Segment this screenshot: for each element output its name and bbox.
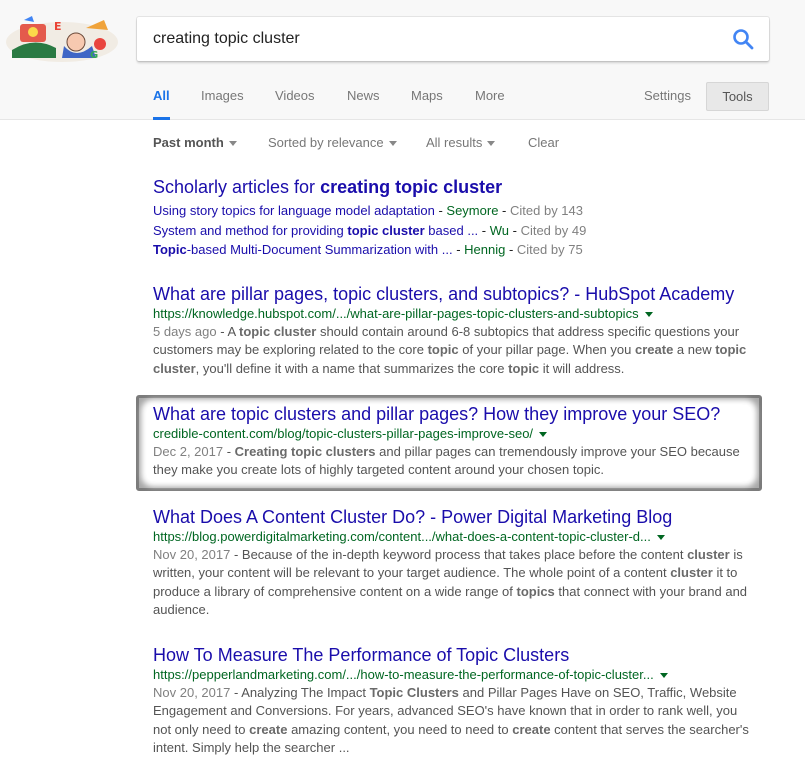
result-title[interactable]: How To Measure The Performance of Topic … — [153, 644, 763, 666]
svg-text:E: E — [54, 20, 62, 33]
result-snippet-text: Analyzing The Impact Topic Clusters and … — [153, 685, 749, 756]
result-date: 5 days ago — [153, 324, 217, 339]
result-date: Nov 20, 2017 — [153, 685, 231, 700]
result-url-text: https://blog.powerdigitalmarketing.com/c… — [153, 529, 651, 544]
result-title[interactable]: What are pillar pages, topic clusters, a… — [153, 283, 763, 305]
result-url[interactable]: https://blog.powerdigitalmarketing.com/c… — [153, 528, 763, 546]
filter-time-label: Past month — [153, 135, 224, 150]
tab-maps[interactable]: Maps — [411, 82, 443, 120]
scholarly-item-title[interactable]: Topic-based Multi-Document Summarization… — [153, 242, 453, 257]
scholarly-item: Topic-based Multi-Document Summarization… — [153, 242, 583, 257]
result-snippet: Nov 20, 2017 - Because of the in-depth k… — [153, 547, 748, 618]
result-snippet-text: A topic cluster should contain around 6-… — [153, 324, 747, 376]
caret-down-icon[interactable] — [644, 312, 653, 318]
tab-more[interactable]: More — [475, 82, 505, 120]
search-result-highlighted: What are topic clusters and pillar pages… — [153, 403, 763, 480]
scholarly-item-title[interactable]: System and method for providing topic cl… — [153, 223, 478, 238]
filter-clear[interactable]: Clear — [528, 134, 559, 152]
result-url[interactable]: https://pepperlandmarketing.com/.../how-… — [153, 666, 763, 684]
result-snippet: 5 days ago - A topic cluster should cont… — [153, 324, 747, 376]
result-title[interactable]: What Does A Content Cluster Do? - Power … — [153, 506, 763, 528]
caret-down-icon — [228, 141, 237, 147]
scholarly-item-cited[interactable]: Cited by 143 — [510, 203, 583, 218]
google-doodle-logo[interactable]: E G — [4, 14, 120, 64]
result-title[interactable]: What are topic clusters and pillar pages… — [153, 403, 763, 425]
header: E G All Images Videos News Maps More Set… — [0, 0, 805, 120]
tab-all[interactable]: All — [153, 82, 170, 120]
search-box — [137, 17, 769, 61]
search-result: What Does A Content Cluster Do? - Power … — [153, 506, 763, 620]
result-url-text: https://knowledge.hubspot.com/.../what-a… — [153, 306, 639, 321]
caret-down-icon[interactable] — [539, 432, 548, 438]
scholarly-item: Using story topics for language model ad… — [153, 203, 583, 218]
search-result: How To Measure The Performance of Topic … — [153, 644, 763, 758]
result-date: Nov 20, 2017 — [153, 547, 231, 562]
scholarly-item-author[interactable]: Hennig — [464, 242, 505, 257]
result-snippet-text: Because of the in-depth keyword process … — [153, 547, 748, 618]
caret-down-icon[interactable] — [659, 673, 668, 679]
result-snippet: Dec 2, 2017 - Creating topic clusters an… — [153, 444, 740, 478]
settings-button[interactable]: Settings — [644, 82, 691, 110]
result-url[interactable]: https://knowledge.hubspot.com/.../what-a… — [153, 305, 763, 323]
scholarly-item: System and method for providing topic cl… — [153, 222, 587, 238]
scholarly-item-title[interactable]: Using story topics for language model ad… — [153, 203, 435, 218]
scholarly-item-cited[interactable]: Cited by 75 — [517, 242, 583, 257]
filter-all-results-label: All results — [426, 135, 483, 150]
tab-news[interactable]: News — [347, 82, 380, 120]
tab-images[interactable]: Images — [201, 82, 244, 120]
result-url-text: credible-content.com/blog/topic-clusters… — [153, 426, 534, 441]
filter-all-results[interactable]: All results — [426, 134, 496, 152]
result-url[interactable]: credible-content.com/blog/topic-clusters… — [153, 425, 763, 443]
scholarly-articles-block: Scholarly articles for creating topic cl… — [153, 176, 763, 260]
filter-sort-label: Sorted by relevance — [268, 135, 384, 150]
tools-button[interactable]: Tools — [706, 82, 769, 111]
caret-down-icon — [487, 141, 496, 147]
result-date: Dec 2, 2017 — [153, 444, 224, 459]
tab-videos[interactable]: Videos — [275, 82, 315, 120]
scholarly-item-cited[interactable]: Cited by 49 — [521, 223, 587, 238]
scholarly-title-prefix: Scholarly articles for — [153, 177, 321, 197]
scholarly-item-author[interactable]: Seymore — [446, 203, 498, 218]
svg-text:G: G — [90, 50, 98, 61]
search-result: What are pillar pages, topic clusters, a… — [153, 283, 763, 378]
result-snippet: Nov 20, 2017 - Analyzing The Impact Topi… — [153, 685, 749, 756]
caret-down-icon — [388, 141, 397, 147]
search-icon[interactable] — [731, 27, 755, 51]
filter-time[interactable]: Past month — [153, 134, 237, 152]
filter-sort[interactable]: Sorted by relevance — [268, 134, 397, 152]
result-snippet-text: Creating topic clusters and pillar pages… — [153, 444, 740, 478]
scholarly-item-author[interactable]: Wu — [490, 223, 509, 238]
scholarly-title-query: creating topic cluster — [320, 177, 503, 197]
scholarly-title[interactable]: Scholarly articles for creating topic cl… — [153, 176, 763, 198]
caret-down-icon[interactable] — [656, 535, 665, 541]
search-input[interactable] — [153, 17, 713, 61]
result-url-text: https://pepperlandmarketing.com/.../how-… — [153, 667, 654, 682]
